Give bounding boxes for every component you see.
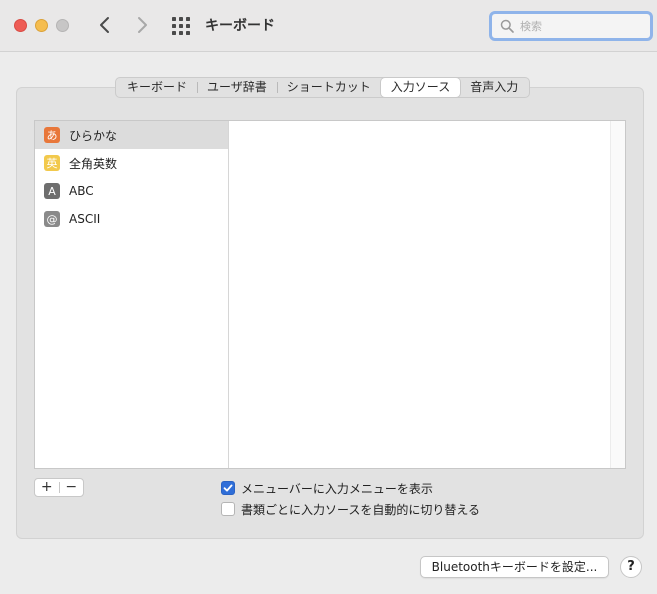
search-field[interactable] — [489, 11, 653, 41]
show-all-button[interactable] — [172, 17, 190, 35]
list-item-zenkaku[interactable]: 英 全角英数 — [35, 149, 228, 177]
close-window-button[interactable] — [14, 19, 27, 32]
add-remove-control: + − — [34, 478, 84, 497]
input-source-detail — [230, 121, 611, 468]
title-bar: キーボード — [0, 0, 657, 52]
abc-icon: A — [44, 183, 60, 199]
tab-shortcuts[interactable]: ショートカット — [276, 78, 381, 97]
list-item-ascii[interactable]: @ ASCII — [35, 205, 228, 233]
tab-input-sources[interactable]: 入力ソース — [380, 78, 461, 97]
search-input[interactable] — [520, 17, 645, 35]
checkmark-icon — [223, 484, 233, 492]
show-menu-label: メニューバーに入力メニューを表示 — [241, 481, 433, 496]
chevron-left-icon — [100, 17, 109, 33]
search-icon — [500, 19, 514, 33]
ascii-icon: @ — [44, 211, 60, 227]
chevron-right-icon — [138, 17, 147, 33]
tab-dictation[interactable]: 音声入力 — [460, 78, 528, 97]
auto-switch-checkbox[interactable] — [221, 502, 235, 516]
scrollbar[interactable] — [610, 121, 625, 468]
list-item-label: ASCII — [69, 212, 101, 226]
zoom-window-button[interactable] — [56, 19, 69, 32]
list-item-label: ひらかな — [69, 128, 118, 143]
setup-bluetooth-keyboard-button[interactable]: Bluetoothキーボードを設定... — [420, 556, 609, 578]
back-button[interactable] — [94, 14, 116, 36]
show-menu-checkbox[interactable] — [221, 481, 235, 495]
zenkaku-icon: 英 — [44, 155, 60, 171]
list-item-hiragana[interactable]: あ ひらかな — [35, 121, 228, 149]
list-item-label: ABC — [69, 184, 94, 198]
minimize-window-button[interactable] — [35, 19, 48, 32]
tab-user-dictionary[interactable]: ユーザ辞書 — [197, 78, 277, 97]
remove-button[interactable]: − — [60, 479, 84, 496]
tab-keyboard[interactable]: キーボード — [117, 78, 197, 97]
list-item-abc[interactable]: A ABC — [35, 177, 228, 205]
auto-switch-label: 書類ごとに入力ソースを自動的に切り替える — [241, 502, 481, 517]
forward-button[interactable] — [131, 14, 153, 36]
add-button[interactable]: + — [35, 479, 59, 496]
tab-bar: キーボード ユーザ辞書 ショートカット 入力ソース 音声入力 — [115, 77, 531, 98]
input-source-list: あ ひらかな 英 全角英数 A ABC @ ASCII — [35, 121, 229, 468]
window-title: キーボード — [205, 18, 275, 34]
hiragana-icon: あ — [44, 127, 60, 143]
auto-switch-option[interactable]: 書類ごとに入力ソースを自動的に切り替える — [221, 501, 480, 517]
show-menu-option[interactable]: メニューバーに入力メニューを表示 — [221, 480, 433, 496]
list-item-label: 全角英数 — [69, 156, 118, 171]
help-button[interactable]: ? — [620, 556, 642, 578]
grid-icon — [172, 17, 190, 35]
input-sources-box: あ ひらかな 英 全角英数 A ABC @ ASCII — [34, 120, 626, 469]
